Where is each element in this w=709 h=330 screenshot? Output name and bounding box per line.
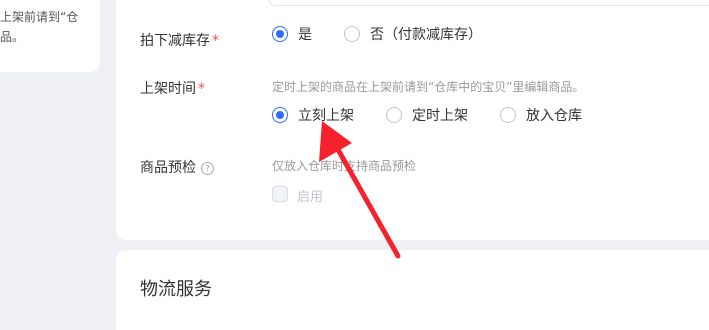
arrow-head: [319, 121, 352, 162]
red-arrow-annotation: [319, 121, 401, 259]
arrow-shaft: [333, 143, 401, 259]
